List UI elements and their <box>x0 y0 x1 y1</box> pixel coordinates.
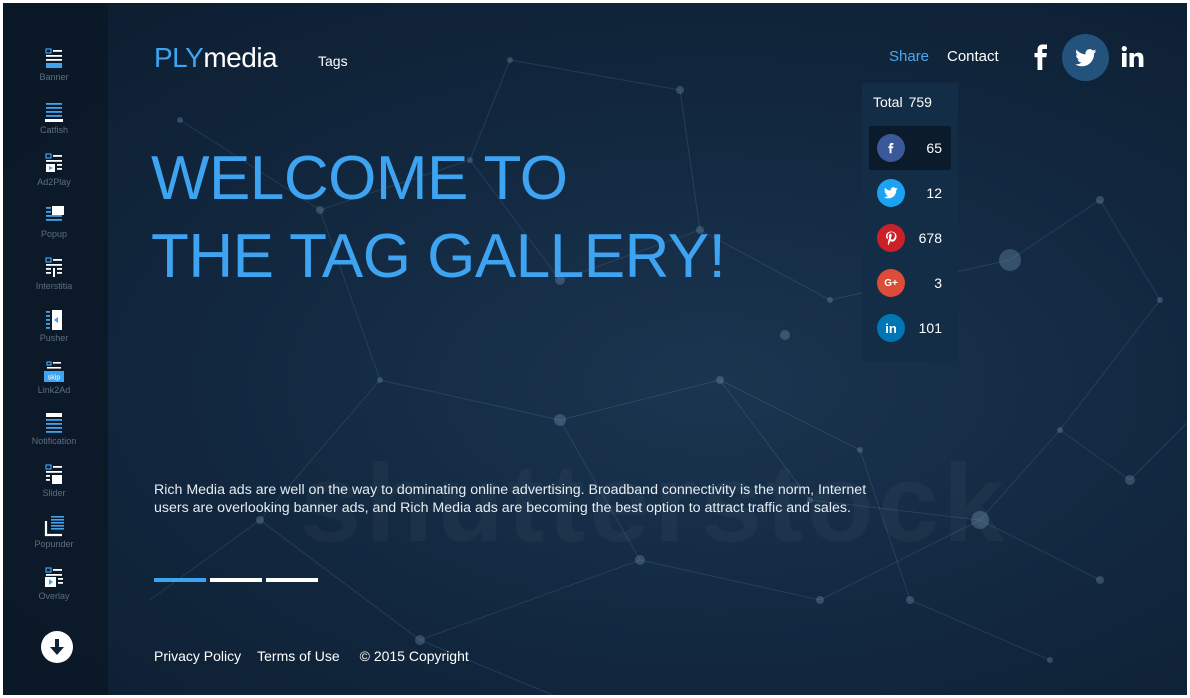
nav-contact-link[interactable]: Contact <box>947 48 999 65</box>
sidebar-item-popup[interactable]: Popup <box>0 201 108 253</box>
linkedin-glyph: in <box>885 320 897 336</box>
copyright-text: © 2015 Copyright <box>359 648 469 664</box>
slide-indicators <box>154 578 318 582</box>
pusher-icon <box>46 310 62 330</box>
hero-title-line1: WELCOME TO <box>151 144 568 213</box>
share-total-label: Total <box>873 94 903 110</box>
share-count: 12 <box>926 185 942 201</box>
share-row-pinterest[interactable]: 678 <box>869 216 951 260</box>
sidebar-item-label: Interstitia <box>35 281 73 291</box>
sidebar: Banner Catfish Ad2Play Popup Interstitia… <box>0 0 108 698</box>
logo-media: media <box>203 42 278 73</box>
sidebar-item-label: Catfish <box>39 125 68 135</box>
sidebar-item-label: Notification <box>31 436 77 446</box>
catfish-icon <box>45 103 63 122</box>
share-row-twitter[interactable]: 12 <box>869 171 951 215</box>
page-background: shutterstock <box>0 0 1190 698</box>
share-count: 3 <box>934 275 942 291</box>
interstitial-icon <box>45 257 62 277</box>
sidebar-item-overlay[interactable]: Overlay <box>0 563 108 615</box>
twitter-icon <box>1074 48 1096 66</box>
slide-indicator-3[interactable] <box>266 578 318 582</box>
twitter-share-icon <box>877 179 905 207</box>
notification-icon <box>46 413 62 433</box>
share-row-google-plus[interactable]: G+ 3 <box>869 261 951 305</box>
facebook-icon[interactable] <box>1031 44 1051 70</box>
slide-indicator-2[interactable] <box>210 578 262 582</box>
google-plus-glyph: G+ <box>884 277 898 289</box>
sidebar-item-notification[interactable]: Notification <box>0 408 108 460</box>
logo[interactable]: PLYmedia <box>154 42 278 74</box>
google-plus-share-icon: G+ <box>877 269 905 297</box>
sidebar-item-label: Banner <box>39 72 69 82</box>
nav-tags-link[interactable]: Tags <box>318 53 348 69</box>
nav-share-link[interactable]: Share <box>889 48 929 65</box>
facebook-share-icon <box>877 134 905 162</box>
slider-icon <box>45 464 62 484</box>
sidebar-item-label: Overlay <box>38 591 70 601</box>
sidebar-item-label: Ad2Play <box>37 177 71 187</box>
scroll-down-button[interactable] <box>41 631 73 663</box>
link2ad-icon: skip <box>44 361 64 382</box>
banner-icon <box>45 48 62 68</box>
sidebar-item-label: Popunder <box>34 539 74 549</box>
share-row-linkedin[interactable]: in 101 <box>869 306 951 350</box>
sidebar-item-pusher[interactable]: Pusher <box>0 305 108 357</box>
share-row-facebook[interactable]: 65 <box>869 126 951 170</box>
popup-icon <box>46 206 64 221</box>
sidebar-item-banner[interactable]: Banner <box>0 44 108 96</box>
linkedin-share-icon: in <box>877 314 905 342</box>
pinterest-share-icon <box>877 224 905 252</box>
terms-of-use-link[interactable]: Terms of Use <box>257 648 339 664</box>
share-count: 65 <box>926 140 942 156</box>
sidebar-item-popunder[interactable]: Popunder <box>0 511 108 563</box>
popunder-icon <box>44 516 64 537</box>
arrow-down-icon <box>50 639 64 655</box>
sidebar-item-slider[interactable]: Slider <box>0 460 108 512</box>
hero-title: WELCOME TO THE TAG GALLERY! <box>151 140 851 296</box>
skip-badge: skip <box>48 375 61 382</box>
logo-ply: PLY <box>154 42 204 73</box>
sidebar-item-label: Slider <box>42 488 66 498</box>
hero-description: Rich Media ads are well on the way to do… <box>154 482 867 516</box>
hero-title-line2: THE TAG GALLERY! <box>151 222 726 291</box>
share-count: 678 <box>918 230 942 246</box>
ad2play-icon <box>45 153 62 172</box>
slide-indicator-1[interactable] <box>154 578 206 582</box>
footer: Privacy Policy Terms of Use © 2015 Copyr… <box>154 648 469 664</box>
share-total: Total 759 <box>873 94 932 110</box>
twitter-button[interactable] <box>1062 34 1109 81</box>
share-count: 101 <box>918 320 942 336</box>
sidebar-item-label: Popup <box>40 229 68 239</box>
sidebar-item-ad2play[interactable]: Ad2Play <box>0 149 108 201</box>
network-background <box>149 57 1190 698</box>
share-total-value: 759 <box>908 94 932 110</box>
sidebar-item-interstitial[interactable]: Interstitia <box>0 253 108 305</box>
sidebar-item-label: Link2Ad <box>37 385 71 395</box>
overlay-icon <box>45 567 63 587</box>
sidebar-item-label: Pusher <box>39 333 69 343</box>
linkedin-icon[interactable] <box>1121 45 1145 69</box>
sidebar-item-catfish[interactable]: Catfish <box>0 97 108 149</box>
privacy-policy-link[interactable]: Privacy Policy <box>154 648 241 664</box>
sidebar-item-link2ad[interactable]: skip Link2Ad <box>0 357 108 409</box>
